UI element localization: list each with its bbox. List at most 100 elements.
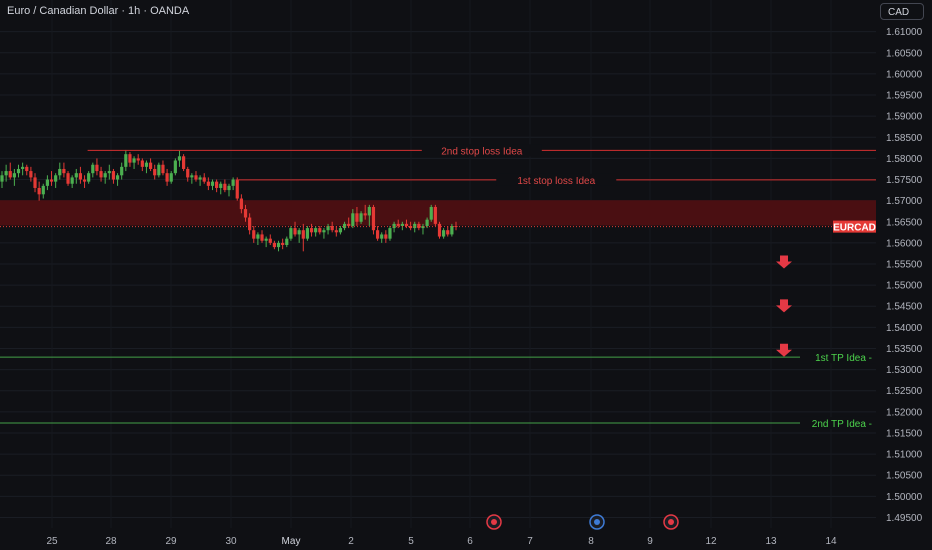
candle-body (425, 219, 429, 226)
candle-body (70, 177, 74, 184)
candle-body (120, 166, 124, 176)
time-axis-tick: 6 (467, 536, 473, 547)
time-axis-tick: 14 (825, 536, 837, 547)
price-axis-tick: 1.61000 (886, 27, 923, 38)
price-axis-tick: 1.50500 (886, 471, 923, 482)
candle-body (33, 177, 37, 188)
candle-body (400, 223, 404, 226)
candle-body (190, 175, 194, 178)
time-axis-tick: 13 (765, 536, 777, 547)
candle-body (388, 228, 392, 239)
candle-body (161, 164, 165, 174)
candle-body (45, 179, 49, 186)
candle-body (124, 154, 128, 167)
time-axis-tick: 2 (348, 536, 354, 547)
candle-body (194, 175, 198, 180)
candle-body (326, 225, 330, 231)
candle-body (25, 166, 29, 172)
price-axis-tick: 1.60500 (886, 48, 923, 59)
candle-body (49, 179, 54, 182)
candle-body (115, 175, 120, 180)
candle-body (355, 213, 359, 222)
price-axis-tick: 1.52500 (886, 386, 923, 397)
candle-body (351, 213, 355, 226)
candle-body (367, 206, 371, 216)
time-axis-tick: 29 (165, 536, 177, 547)
candle-body (347, 223, 351, 226)
candle-body (380, 234, 384, 239)
candle-body (107, 171, 111, 174)
price-chart[interactable]: 2nd stop loss Idea1.581911st stop loss I… (0, 0, 932, 550)
time-axis-tick: 7 (527, 536, 533, 547)
price-axis-tick: 1.52000 (886, 407, 923, 418)
candle-body (421, 225, 425, 229)
currency-selector[interactable]: CAD (880, 3, 924, 20)
candle-body (289, 228, 293, 239)
candle-body (437, 223, 442, 237)
price-axis-tick: 1.55500 (886, 260, 923, 271)
candle-body (433, 206, 437, 224)
candle-body (206, 181, 210, 186)
candle-body (144, 162, 149, 167)
chart-symbol-title[interactable]: Euro / Canadian Dollar · 1h · OANDA (7, 5, 189, 17)
symbol-tag: EURCAD (833, 223, 876, 234)
candle-body (58, 168, 62, 176)
candle-body (12, 173, 16, 178)
price-axis-tick: 1.53000 (886, 365, 923, 376)
candle-body (359, 213, 363, 222)
price-axis-tick: 1.55000 (886, 281, 923, 292)
price-axis-tick: 1.56000 (886, 238, 923, 249)
candle-body (264, 238, 268, 241)
candle-body (260, 234, 264, 241)
chart-background (0, 0, 932, 550)
candle-body (136, 158, 140, 161)
price-axis-tick: 1.54000 (886, 323, 923, 334)
candle-body (74, 173, 78, 178)
time-axis-bg (0, 528, 932, 550)
candle-body (252, 230, 256, 239)
candle-body (309, 228, 314, 233)
candle-body (111, 171, 116, 180)
time-axis-tick: 12 (705, 536, 717, 547)
candle-body (227, 185, 231, 191)
candle-body (235, 179, 239, 199)
candle-body (37, 187, 41, 195)
candle-body (314, 228, 318, 233)
candle-body (173, 160, 177, 174)
price-axis-tick: 1.49500 (886, 513, 923, 524)
candle-body (384, 234, 388, 239)
price-axis-tick: 1.53500 (886, 344, 923, 355)
candle-body (41, 185, 45, 195)
event-marker-dot (491, 519, 497, 525)
candle-body (0, 175, 4, 182)
event-marker-dot (668, 519, 674, 525)
candle-body (128, 154, 132, 163)
time-axis-tick: 30 (225, 536, 237, 547)
candle-body (301, 230, 305, 239)
price-axis-tick: 1.59500 (886, 91, 923, 102)
1st-tp-idea-label: 1st TP Idea - (815, 353, 872, 364)
candle-body (231, 179, 235, 186)
candle-body (281, 242, 285, 245)
candle-body (29, 171, 33, 178)
price-axis-tick: 1.51000 (886, 450, 923, 461)
candle-body (305, 228, 310, 239)
candle-body (132, 158, 136, 163)
candle-body (66, 173, 70, 184)
price-axis-tick: 1.60000 (886, 69, 923, 80)
price-axis-tick: 1.58500 (886, 133, 923, 144)
candle-body (16, 168, 21, 174)
candle-body (417, 223, 421, 229)
candle-body (396, 223, 400, 226)
candle-body (153, 168, 157, 176)
candle-body (165, 173, 169, 182)
candle-body (442, 230, 446, 237)
candle-body (285, 238, 289, 245)
candle-body (186, 168, 190, 178)
candle-body (21, 166, 25, 169)
price-axis-tick: 1.57500 (886, 175, 923, 186)
1st-stop-loss-idea-label: 1st stop loss Idea (517, 176, 595, 187)
candle-body (429, 206, 433, 220)
candle-body (82, 179, 87, 182)
candle-body (103, 173, 107, 178)
